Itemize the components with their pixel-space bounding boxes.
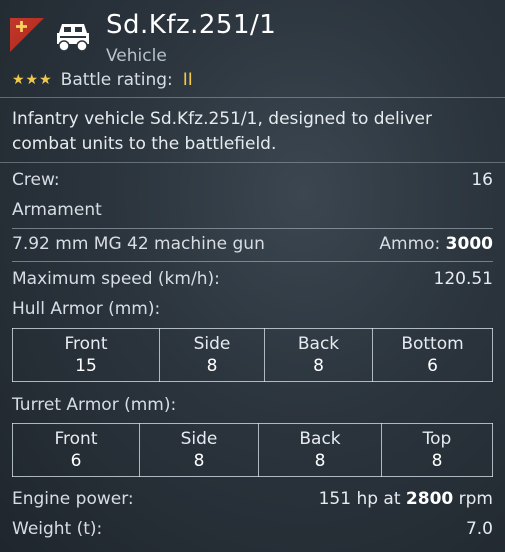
vehicle-header: Sd.Kfz.251/1 Vehicle ★★★ Battle rating: … — [0, 0, 505, 100]
engine-value: 151 hp at 2800 rpm — [319, 489, 493, 509]
turret-armor-front-cell: Front 6 — [12, 423, 140, 477]
hull-armor-back-label: Back — [297, 334, 340, 354]
hull-armor-front-cell: Front 15 — [12, 328, 160, 382]
vehicle-name: Sd.Kfz.251/1 — [106, 10, 277, 40]
weapon-name: 7.92 mm MG 42 machine gun — [12, 234, 265, 254]
engine-power-value: 151 hp at — [318, 489, 401, 509]
turret-armor-top-label: Top — [422, 429, 452, 449]
turret-armor-front-value: 6 — [70, 451, 82, 471]
hull-armor-back-value: 8 — [313, 356, 324, 376]
crew-row: Crew: 16 — [12, 170, 493, 190]
ammo-label: Ammo: — [379, 234, 441, 254]
armament-title: Armament — [12, 200, 102, 220]
crew-value: 16 — [471, 170, 493, 190]
turret-armor-top-value: 8 — [431, 451, 443, 471]
engine-row: Engine power: 151 hp at 2800 rpm — [12, 489, 493, 509]
weapon-row: 7.92 mm MG 42 machine gun Ammo: 3000 — [12, 234, 493, 254]
vehicle-type: Vehicle — [106, 46, 167, 66]
vehicle-info-panel: Sd.Kfz.251/1 Vehicle ★★★ Battle rating: … — [0, 0, 505, 552]
hull-armor-front-value: 15 — [75, 356, 97, 376]
hull-armor-bottom-label: Bottom — [401, 334, 464, 354]
turret-armor-side-value: 8 — [193, 451, 205, 471]
crew-label: Crew: — [12, 170, 60, 190]
nation-flag-icon — [10, 18, 44, 52]
engine-label: Engine power: — [12, 489, 134, 509]
hull-armor-bottom-value: 6 — [427, 356, 438, 376]
weight-value: 7.0 — [465, 519, 493, 539]
speed-label: Maximum speed (km/h): — [12, 269, 220, 289]
header-separator — [0, 97, 505, 98]
hull-armor-bottom-cell: Bottom 6 — [372, 328, 493, 382]
hull-armor-back-cell: Back 8 — [264, 328, 373, 382]
turret-armor-table: Front 6 Side 8 Back 8 Top 8 — [12, 423, 493, 477]
armament-divider — [12, 228, 493, 229]
speed-row: Maximum speed (km/h): 120.51 — [12, 269, 493, 289]
turret-armor-back-cell: Back 8 — [258, 423, 382, 477]
battle-rating-label: Battle rating: — [60, 70, 173, 90]
turret-armor-side-cell: Side 8 — [139, 423, 259, 477]
turret-armor-back-value: 8 — [314, 451, 326, 471]
battle-rating-row: ★★★ Battle rating: II — [12, 70, 193, 90]
turret-armor-side-label: Side — [180, 429, 218, 449]
turret-armor-title: Turret Armor (mm): — [12, 395, 177, 415]
cross-icon — [16, 21, 27, 32]
weight-row: Weight (t): 7.0 — [12, 519, 493, 539]
weapon-divider — [12, 261, 493, 262]
weight-label: Weight (t): — [12, 519, 103, 539]
hull-armor-side-cell: Side 8 — [159, 328, 265, 382]
description-separator — [0, 162, 505, 163]
turret-armor-top-cell: Top 8 — [381, 423, 493, 477]
turret-armor-front-label: Front — [54, 429, 98, 449]
ammo-value: 3000 — [445, 234, 493, 254]
engine-rpm-unit: rpm — [458, 489, 493, 509]
engine-rpm-value: 2800 — [405, 489, 454, 509]
hull-armor-table: Front 15 Side 8 Back 8 Bottom 6 — [12, 328, 493, 382]
ammo-info: Ammo: 3000 — [379, 234, 493, 254]
battle-rating-value: II — [182, 70, 193, 90]
hull-armor-side-value: 8 — [206, 356, 218, 376]
vehicle-description: Infantry vehicle Sd.Kfz.251/1, designed … — [12, 109, 433, 154]
turret-armor-back-label: Back — [299, 429, 341, 449]
hull-armor-side-label: Side — [193, 334, 231, 354]
speed-value: 120.51 — [433, 269, 493, 289]
hull-armor-front-label: Front — [64, 334, 108, 354]
rank-stars-icon: ★★★ — [12, 72, 53, 88]
hull-armor-title: Hull Armor (mm): — [12, 299, 161, 319]
armored-car-icon — [57, 24, 89, 52]
